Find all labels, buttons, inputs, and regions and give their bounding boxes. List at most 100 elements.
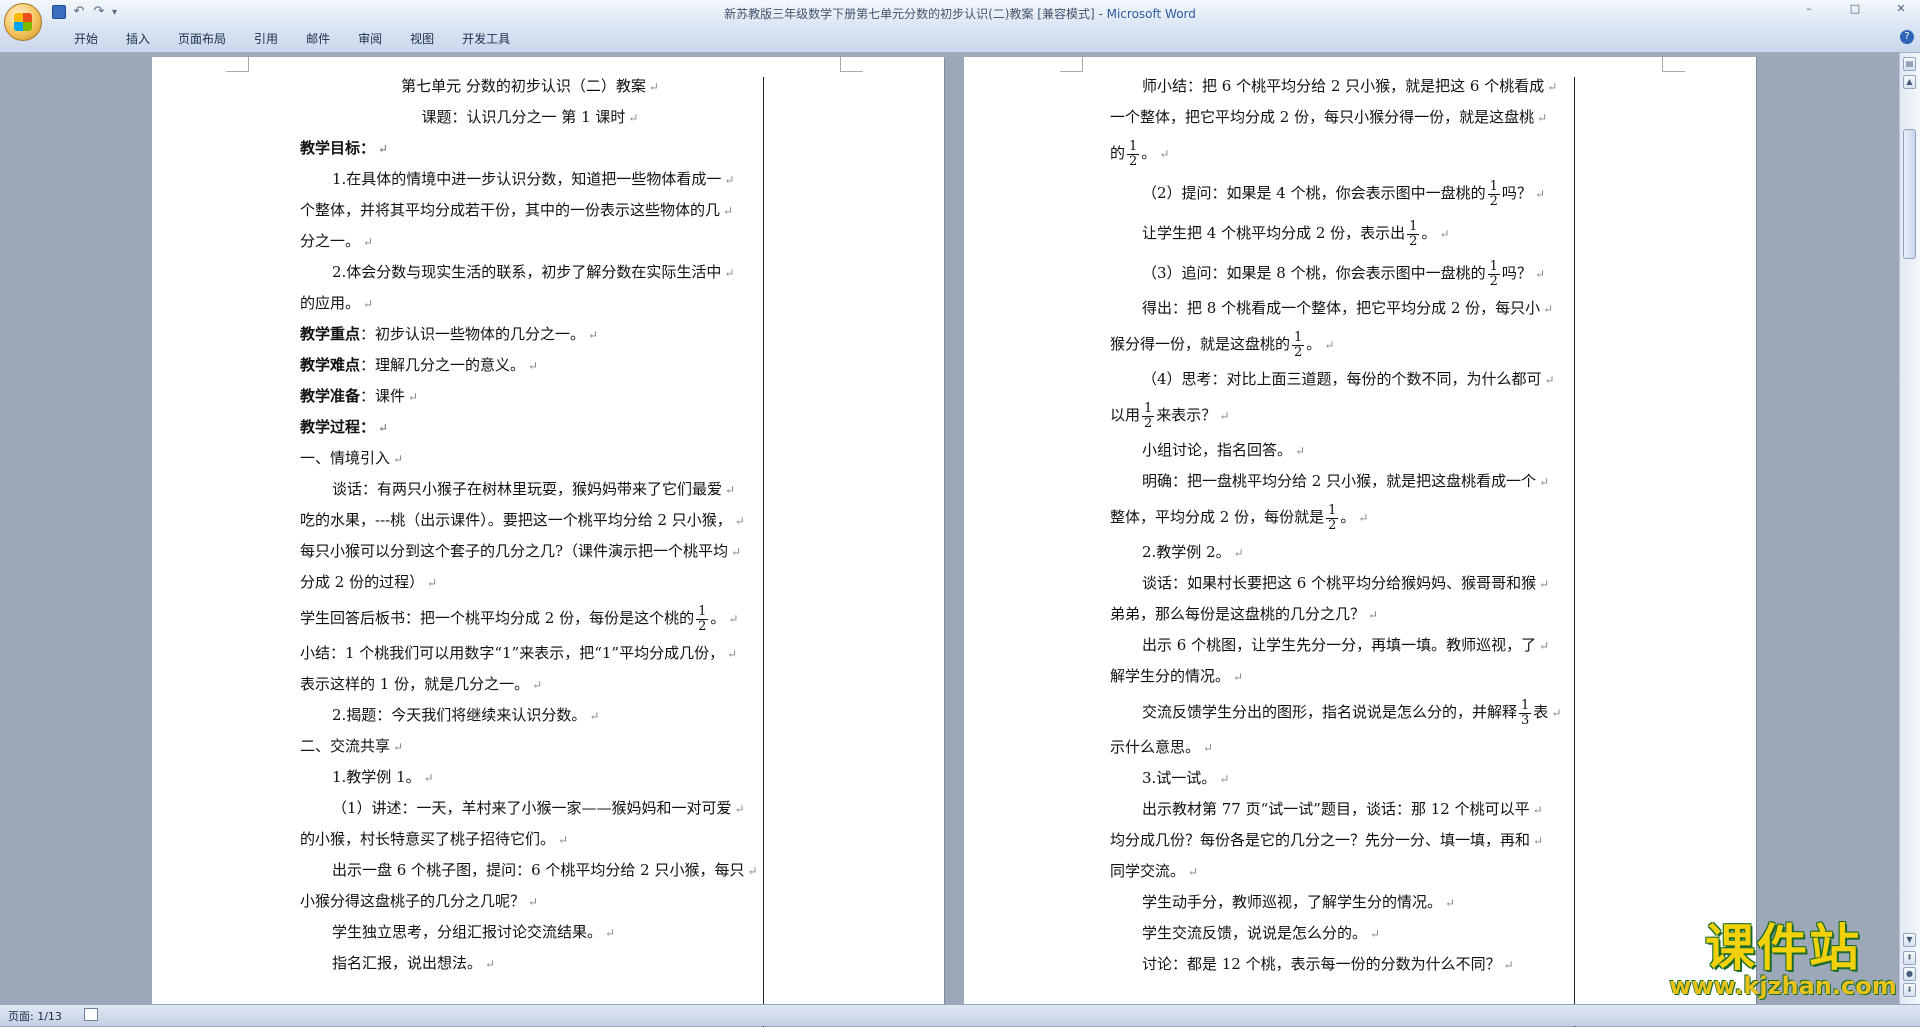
text-line: 二、交流共享 ↵: [300, 731, 760, 762]
crop-mark: [840, 57, 863, 72]
fraction: 12: [1142, 401, 1155, 431]
fraction-denominator: 2: [1409, 233, 1418, 249]
previous-page-icon[interactable]: ⇞: [1903, 951, 1916, 965]
page-1-content[interactable]: 第七单元 分数的初步认识（二）教案 ↵ 课题：认识几分之一 第 1 课时 ↵ 教学目标：…: [300, 71, 760, 979]
text-line: 分成 2 份的过程） ↵: [300, 567, 760, 598]
paragraph-mark-icon: ↵: [528, 359, 539, 373]
proofing-icon[interactable]: [84, 1008, 98, 1021]
line-text-after: 吗？: [1501, 184, 1532, 202]
line-text: 第七单元 分数的初步认识（二）教案: [401, 77, 646, 95]
paragraph-mark-icon: ↵: [408, 390, 419, 404]
text-line: 讨论：都是 12 个桃，表示每一份的分数为什么不同？ ↵: [1110, 949, 1572, 980]
fraction: 12: [1487, 179, 1500, 209]
paragraph-mark-icon: ↵: [734, 802, 745, 816]
text-line: 课题：认识几分之一 第 1 课时 ↵: [300, 102, 760, 133]
line-text: （4）思考：对比上面三道题，每份的个数不同，为什么都可: [1142, 370, 1542, 388]
line-text: 2.体会分数与现实生活的联系，初步了解分数在实际生活中: [332, 263, 722, 281]
tab-page-layout[interactable]: 页面布局: [164, 30, 240, 47]
paragraph-mark-icon: ↵: [1370, 927, 1381, 941]
scroll-thumb[interactable]: [1903, 129, 1916, 259]
fraction-denominator: 2: [1294, 344, 1303, 360]
line-text: ：初步认识一些物体的几分之一。: [360, 325, 586, 343]
fraction: 12: [1292, 329, 1305, 360]
tab-mailings[interactable]: 邮件: [292, 30, 344, 47]
text-line: 同学交流。 ↵: [1110, 856, 1572, 887]
line-text: （3）追问：如果是 8 个桃，你会表示图中一盘桃的: [1142, 264, 1486, 282]
next-page-icon[interactable]: ⇟: [1903, 983, 1916, 997]
line-text: ：理解几分之一的意义。: [360, 356, 526, 374]
text-line: 每只小猴可以分到这个套子的几分之几?（课件演示把一个桃平均 ↵: [300, 536, 760, 567]
text-line: 教学目标： ↵: [300, 133, 760, 164]
text-line: 第七单元 分数的初步认识（二）教案 ↵: [300, 71, 760, 102]
text-line: 分之一。 ↵: [300, 226, 760, 257]
scroll-down-icon[interactable]: ▼: [1903, 933, 1916, 947]
paragraph-mark-icon: ↵: [1539, 577, 1550, 591]
office-logo-icon: [14, 13, 32, 31]
text-line: 的 1 2。 ↵: [1110, 133, 1572, 173]
title-bar: ↶ ↷ ▾ 新苏教版三年级数学下册第七单元分数的初步认识(二)教案 [兼容模式]…: [0, 0, 1920, 41]
paragraph-mark-icon: ↵: [1533, 834, 1544, 848]
paragraph-mark-icon: ↵: [1537, 111, 1548, 125]
document-title: 新苏教版三年级数学下册第七单元分数的初步认识(二)教案 [兼容模式]: [724, 7, 1095, 21]
paragraph-mark-icon: ↵: [628, 111, 639, 125]
line-text: 学生回答后板书：把一个桃平均分成 2 份，每份是这个桃的: [300, 609, 695, 627]
help-icon[interactable]: ?: [1900, 30, 1914, 44]
line-text: 1.在具体的情境中进一步认识分数，知道把一些物体看成一: [332, 170, 722, 188]
paragraph-mark-icon: ↵: [747, 864, 758, 878]
page-number-indicator[interactable]: 页面: 1/13: [8, 1008, 62, 1024]
tab-developer[interactable]: 开发工具: [448, 30, 524, 47]
heading-label: 教学重点: [300, 325, 361, 343]
maximize-button[interactable]: □: [1846, 2, 1864, 15]
paragraph-mark-icon: ↵: [589, 709, 600, 723]
line-text: 谈话：有两只小猴子在树林里玩耍，猴妈妈带来了它们最爱: [332, 480, 723, 498]
paragraph-mark-icon: ↵: [1539, 475, 1550, 489]
line-text: 分之一。: [300, 232, 361, 250]
line-text: 的应用。: [300, 294, 361, 312]
page-2-content[interactable]: 师小结：把 6 个桃平均分给 2 只小猴，就是把这 6 个桃看成 ↵ 一个整体，把它…: [1110, 71, 1572, 980]
watermark-url: www.kjzhan.com: [1669, 972, 1897, 1000]
tab-home[interactable]: 开始: [60, 30, 112, 47]
text-line: 的小猴，村长特意买了桃子招待它们。 ↵: [300, 824, 760, 855]
text-boundary-line: [1574, 77, 1575, 1027]
tab-references[interactable]: 引用: [240, 30, 292, 47]
text-line: 吃的水果，---桃（出示课件）。要把这一个桃平均分给 2 只小猴， ↵: [300, 505, 760, 536]
minimize-button[interactable]: –: [1800, 2, 1818, 15]
paragraph-mark-icon: ↵: [1295, 444, 1306, 458]
tab-view[interactable]: 视图: [396, 30, 448, 47]
page-1[interactable]: 第七单元 分数的初步认识（二）教案 ↵ 课题：认识几分之一 第 1 课时 ↵ 教学目标：…: [152, 57, 944, 1027]
office-button[interactable]: [4, 3, 42, 41]
line-text: 谈话：如果村长要把这 6 个桃平均分给猴妈妈、猴哥哥和猴: [1142, 574, 1537, 592]
line-text: 的: [1110, 144, 1126, 162]
text-line: （2）提问：如果是 4 个桃，你会表示图中一盘桃的 1 2 吗？ ↵: [1110, 173, 1572, 213]
text-line: 2.教学例 2。 ↵: [1110, 537, 1572, 568]
scroll-up-icon[interactable]: ▲: [1903, 75, 1916, 89]
text-line: 1.在具体的情境中进一步认识分数，知道把一些物体看成一 ↵: [300, 164, 760, 195]
paragraph-mark-icon: ↵: [727, 647, 738, 661]
vertical-scrollbar[interactable]: ▤ ▲ ▼ ⇞ ● ⇟: [1899, 53, 1920, 1004]
line-text: 每只小猴可以分到这个套子的几分之几?（课件演示把一个桃平均: [300, 542, 729, 560]
fraction-numerator: 1: [1292, 329, 1305, 346]
line-text: 学生交流反馈，说说是怎么分的。: [1142, 924, 1368, 942]
paragraph-mark-icon: ↵: [558, 833, 569, 847]
text-line: 小结：1 个桃我们可以用数字“1”来表示，把“1”平均分成几份， ↵: [300, 638, 760, 669]
text-line: 表示这样的 1 份，就是几分之一。 ↵: [300, 669, 760, 700]
ruler-toggle-icon[interactable]: ▤: [1903, 57, 1916, 71]
paragraph-mark-icon: ↵: [1445, 896, 1456, 910]
line-text: 解学生分的情况。: [1110, 667, 1231, 685]
crop-mark: [1662, 57, 1685, 72]
page-2[interactable]: 师小结：把 6 个桃平均分给 2 只小猴，就是把这 6 个桃看成 ↵ 一个整体，把它…: [964, 57, 1756, 1027]
text-line: 均分成几份？每份各是它的几分之一？先分一分、填一填，再和 ↵: [1110, 825, 1572, 856]
document-area[interactable]: 第七单元 分数的初步认识（二）教案 ↵ 课题：认识几分之一 第 1 课时 ↵ 教学目标：…: [0, 53, 1900, 1027]
text-line: 以用 1 2 来表示？ ↵: [1110, 395, 1572, 435]
paragraph-mark-icon: ↵: [723, 204, 734, 218]
paragraph-mark-icon: ↵: [1547, 80, 1558, 94]
tab-insert[interactable]: 插入: [112, 30, 164, 47]
line-text: （1）讲述：一天，羊村来了小猴一家——猴妈妈和一对可爱: [332, 799, 732, 817]
select-browse-object-icon[interactable]: ●: [1903, 967, 1916, 981]
fraction-denominator: 2: [1144, 415, 1153, 431]
tab-review[interactable]: 审阅: [344, 30, 396, 47]
text-line: 学生独立思考，分组汇报讨论交流结果。 ↵: [300, 917, 760, 948]
close-button[interactable]: ✕: [1892, 2, 1910, 15]
window-title: 新苏教版三年级数学下册第七单元分数的初步认识(二)教案 [兼容模式] - Mic…: [724, 7, 1196, 21]
paragraph-mark-icon: ↵: [605, 926, 616, 940]
